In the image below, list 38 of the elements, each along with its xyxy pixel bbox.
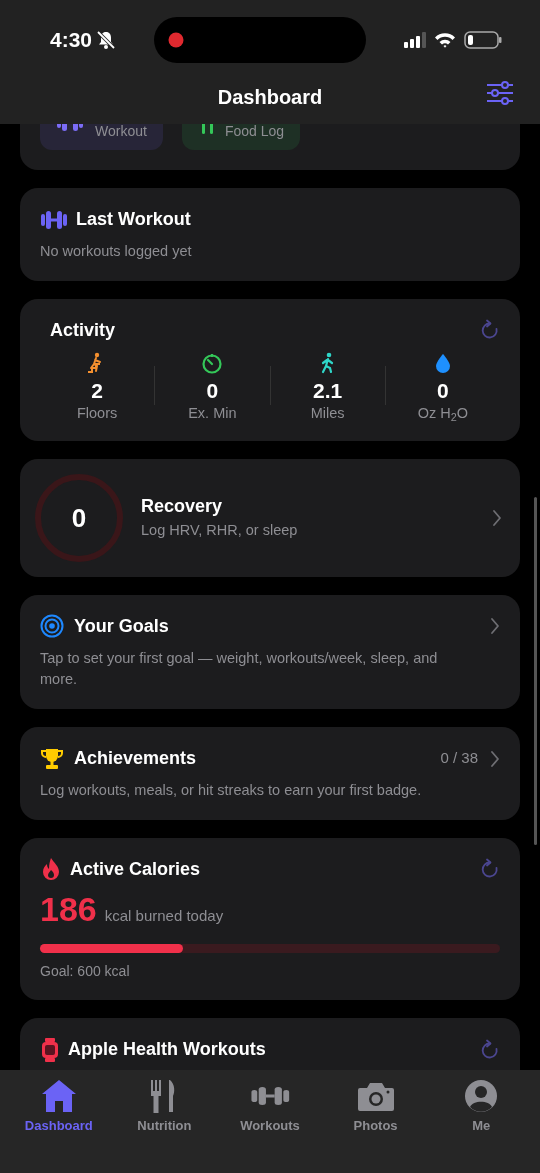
card-title: Last Workout (76, 208, 191, 231)
stat-label: Floors (76, 403, 118, 423)
last-workout-card[interactable]: Last Workout No workouts logged yet (20, 188, 520, 281)
card-subtitle: Log HRV, RHR, or sleep (141, 521, 299, 541)
tab-bar-item[interactable]: Me (436, 1078, 527, 1136)
goal-text: Goal: 600 kcal (40, 962, 131, 982)
health-workouts-card[interactable]: Apple Health Workouts (20, 1018, 520, 1070)
card-text: Log workouts, meals, or hit streaks to earn your first badge. (40, 781, 423, 801)
calorie-unit: kcal burned today (104, 905, 224, 926)
quick-action-button[interactable]: Workout (40, 124, 163, 150)
card-message: No workouts logged yet (40, 242, 193, 261)
goals-card[interactable]: Your Goals Tap to set your first goal — weight, workouts/week, sleep, and more. (20, 594, 520, 710)
stat-label: Ex. Min (188, 403, 237, 423)
stat-value: 2.1 (313, 377, 343, 403)
card-title: Active Calories (70, 857, 202, 881)
achievement-count: 0 / 38 (440, 748, 478, 769)
status-time: 4:30 (50, 27, 93, 54)
tab-bar-item[interactable]: Dashboard (13, 1078, 104, 1136)
card-title: Activity (50, 318, 116, 342)
stat-label: Oz H$_{2}$O (417, 403, 469, 425)
card-title: Your Goals (74, 614, 170, 638)
tab-bar-item[interactable]: Nutrition (119, 1078, 210, 1136)
card-text: Tap to set your first goal — weight, workouts/week, sleep, and more. (40, 648, 439, 690)
tab-bar-item[interactable]: Workouts (225, 1078, 315, 1136)
card-title: Achievements (74, 747, 198, 771)
tab-bar-item[interactable]: Photos (330, 1078, 421, 1136)
screen-title: Dashboard (217, 85, 323, 110)
card-title: Recovery (141, 495, 224, 519)
card-title: Apple Health Workouts (68, 1038, 267, 1062)
achievements-card[interactable]: Achievements 0 / 38 Log workouts, meals, or hit streaks to earn your first badge. (20, 727, 520, 820)
stat-value: 0 (437, 377, 449, 403)
calorie-value: 186 (40, 890, 97, 929)
recovery-score: 0 (71, 501, 87, 535)
recovery-card[interactable]: 0 Recovery Log HRV, RHR, or sleep (20, 458, 520, 577)
stat-value: 0 (206, 377, 219, 403)
stat-label: Miles (310, 403, 345, 423)
stat-value: 2 (91, 377, 103, 403)
quick-action-button[interactable]: Food Log (181, 124, 301, 150)
